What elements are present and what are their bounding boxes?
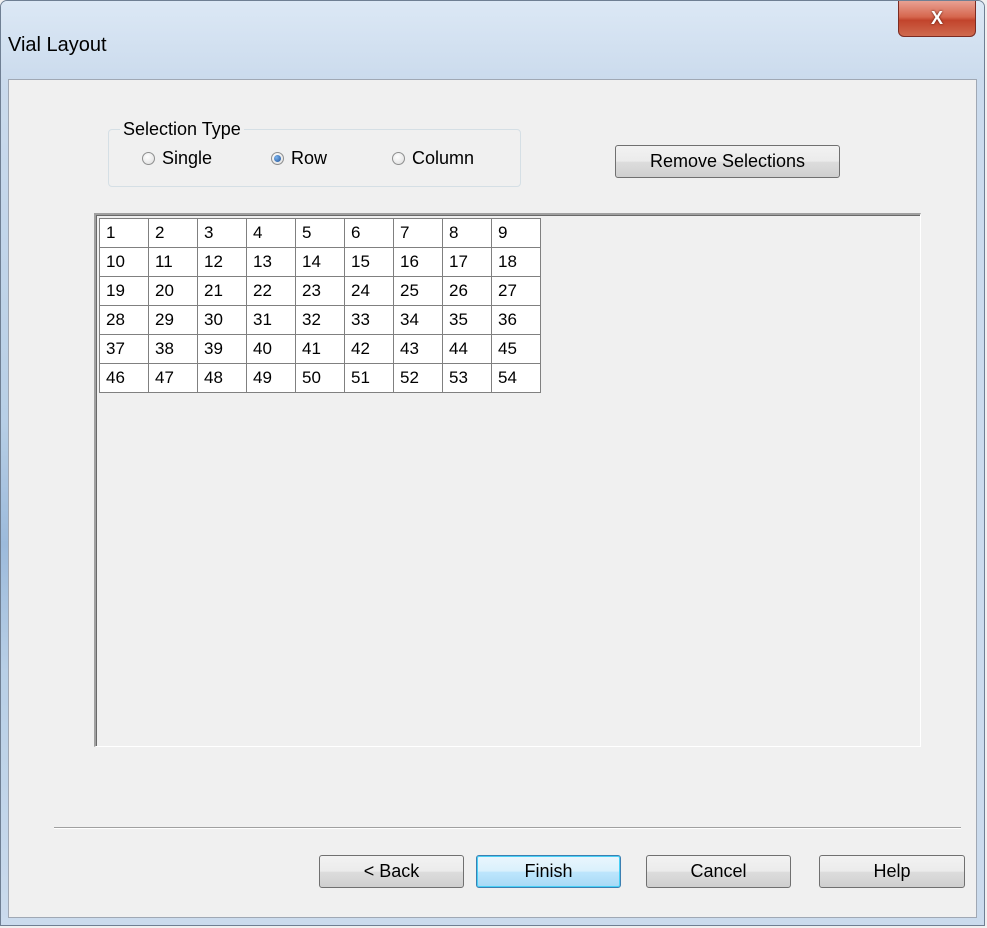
cancel-button[interactable]: Cancel (646, 855, 791, 888)
finish-button[interactable]: Finish (476, 855, 621, 888)
vial-cell[interactable]: 18 (491, 247, 541, 277)
dialog-client-area: Selection Type Single Row Column Remove … (8, 79, 977, 918)
vial-cell[interactable]: 44 (442, 334, 492, 364)
vial-grid-row: 37 38 39 40 41 42 43 44 45 (99, 334, 541, 364)
vial-cell[interactable]: 43 (393, 334, 443, 364)
vial-cell[interactable]: 19 (99, 276, 149, 306)
vial-cell[interactable]: 28 (99, 305, 149, 335)
radio-row[interactable]: Row (271, 147, 327, 169)
selection-type-label: Selection Type (120, 119, 244, 139)
vial-cell[interactable]: 23 (295, 276, 345, 306)
vial-cell[interactable]: 50 (295, 363, 345, 393)
radio-single-label[interactable]: Single (162, 148, 212, 169)
vial-grid: 1 2 3 4 5 6 7 8 9 10 11 12 13 14 15 16 17 18 19 20 21 22 23 24 2… (99, 218, 541, 393)
vial-cell[interactable]: 1 (99, 218, 149, 248)
vial-grid-row: 28 29 30 31 32 33 34 35 36 (99, 305, 541, 335)
footer-separator (54, 827, 961, 829)
vial-cell[interactable]: 45 (491, 334, 541, 364)
vial-cell[interactable]: 21 (197, 276, 247, 306)
vial-cell[interactable]: 9 (491, 218, 541, 248)
vial-cell[interactable]: 31 (246, 305, 296, 335)
vial-cell[interactable]: 25 (393, 276, 443, 306)
vial-cell[interactable]: 48 (197, 363, 247, 393)
vial-cell[interactable]: 36 (491, 305, 541, 335)
vial-grid-panel: 1 2 3 4 5 6 7 8 9 10 11 12 13 14 15 16 17 18 19 20 21 22 23 24 2… (94, 213, 921, 747)
vial-cell[interactable]: 17 (442, 247, 492, 277)
vial-cell[interactable]: 15 (344, 247, 394, 277)
vial-cell[interactable]: 14 (295, 247, 345, 277)
vial-cell[interactable]: 52 (393, 363, 443, 393)
vial-layout-window: Vial Layout X Selection Type Single Row … (0, 0, 985, 926)
vial-cell[interactable]: 22 (246, 276, 296, 306)
vial-cell[interactable]: 38 (148, 334, 198, 364)
vial-cell[interactable]: 8 (442, 218, 492, 248)
vial-cell[interactable]: 12 (197, 247, 247, 277)
radio-column[interactable]: Column (392, 147, 474, 169)
radio-single-circle[interactable] (142, 151, 155, 165)
vial-cell[interactable]: 24 (344, 276, 394, 306)
vial-grid-row: 10 11 12 13 14 15 16 17 18 (99, 247, 541, 277)
vial-cell[interactable]: 37 (99, 334, 149, 364)
help-button[interactable]: Help (819, 855, 965, 888)
vial-cell[interactable]: 34 (393, 305, 443, 335)
vial-cell[interactable]: 5 (295, 218, 345, 248)
vial-cell[interactable]: 32 (295, 305, 345, 335)
vial-cell[interactable]: 11 (148, 247, 198, 277)
vial-cell[interactable]: 29 (148, 305, 198, 335)
vial-cell[interactable]: 20 (148, 276, 198, 306)
vial-cell[interactable]: 49 (246, 363, 296, 393)
vial-cell[interactable]: 35 (442, 305, 492, 335)
radio-row-label[interactable]: Row (291, 148, 327, 169)
window-frame-bottom (1, 917, 984, 925)
title-bar[interactable]: Vial Layout X (1, 1, 984, 79)
vial-cell[interactable]: 4 (246, 218, 296, 248)
window-frame-left (1, 79, 8, 925)
vial-cell[interactable]: 7 (393, 218, 443, 248)
radio-single[interactable]: Single (142, 147, 212, 169)
vial-cell[interactable]: 41 (295, 334, 345, 364)
vial-cell[interactable]: 40 (246, 334, 296, 364)
vial-cell[interactable]: 51 (344, 363, 394, 393)
vial-cell[interactable]: 53 (442, 363, 492, 393)
radio-row-circle[interactable] (271, 151, 284, 165)
vial-cell[interactable]: 16 (393, 247, 443, 277)
vial-grid-row: 46 47 48 49 50 51 52 53 54 (99, 363, 541, 393)
remove-selections-button[interactable]: Remove Selections (615, 145, 840, 178)
vial-cell[interactable]: 2 (148, 218, 198, 248)
vial-cell[interactable]: 3 (197, 218, 247, 248)
vial-cell[interactable]: 6 (344, 218, 394, 248)
back-button[interactable]: < Back (319, 855, 464, 888)
window-frame-right (977, 79, 984, 925)
vial-cell[interactable]: 54 (491, 363, 541, 393)
close-button[interactable]: X (898, 1, 976, 37)
selection-type-group: Selection Type Single Row Column (108, 119, 521, 187)
vial-cell[interactable]: 39 (197, 334, 247, 364)
radio-column-circle[interactable] (392, 151, 405, 165)
vial-cell[interactable]: 33 (344, 305, 394, 335)
close-icon: X (930, 8, 943, 28)
radio-column-label[interactable]: Column (412, 148, 474, 169)
vial-cell[interactable]: 47 (148, 363, 198, 393)
vial-cell[interactable]: 46 (99, 363, 149, 393)
vial-cell[interactable]: 30 (197, 305, 247, 335)
vial-grid-row: 19 20 21 22 23 24 25 26 27 (99, 276, 541, 306)
vial-cell[interactable]: 42 (344, 334, 394, 364)
vial-cell[interactable]: 10 (99, 247, 149, 277)
window-title: Vial Layout (8, 34, 107, 56)
vial-grid-row: 123456789 (99, 218, 541, 248)
vial-cell[interactable]: 27 (491, 276, 541, 306)
vial-cell[interactable]: 13 (246, 247, 296, 277)
vial-cell[interactable]: 26 (442, 276, 492, 306)
